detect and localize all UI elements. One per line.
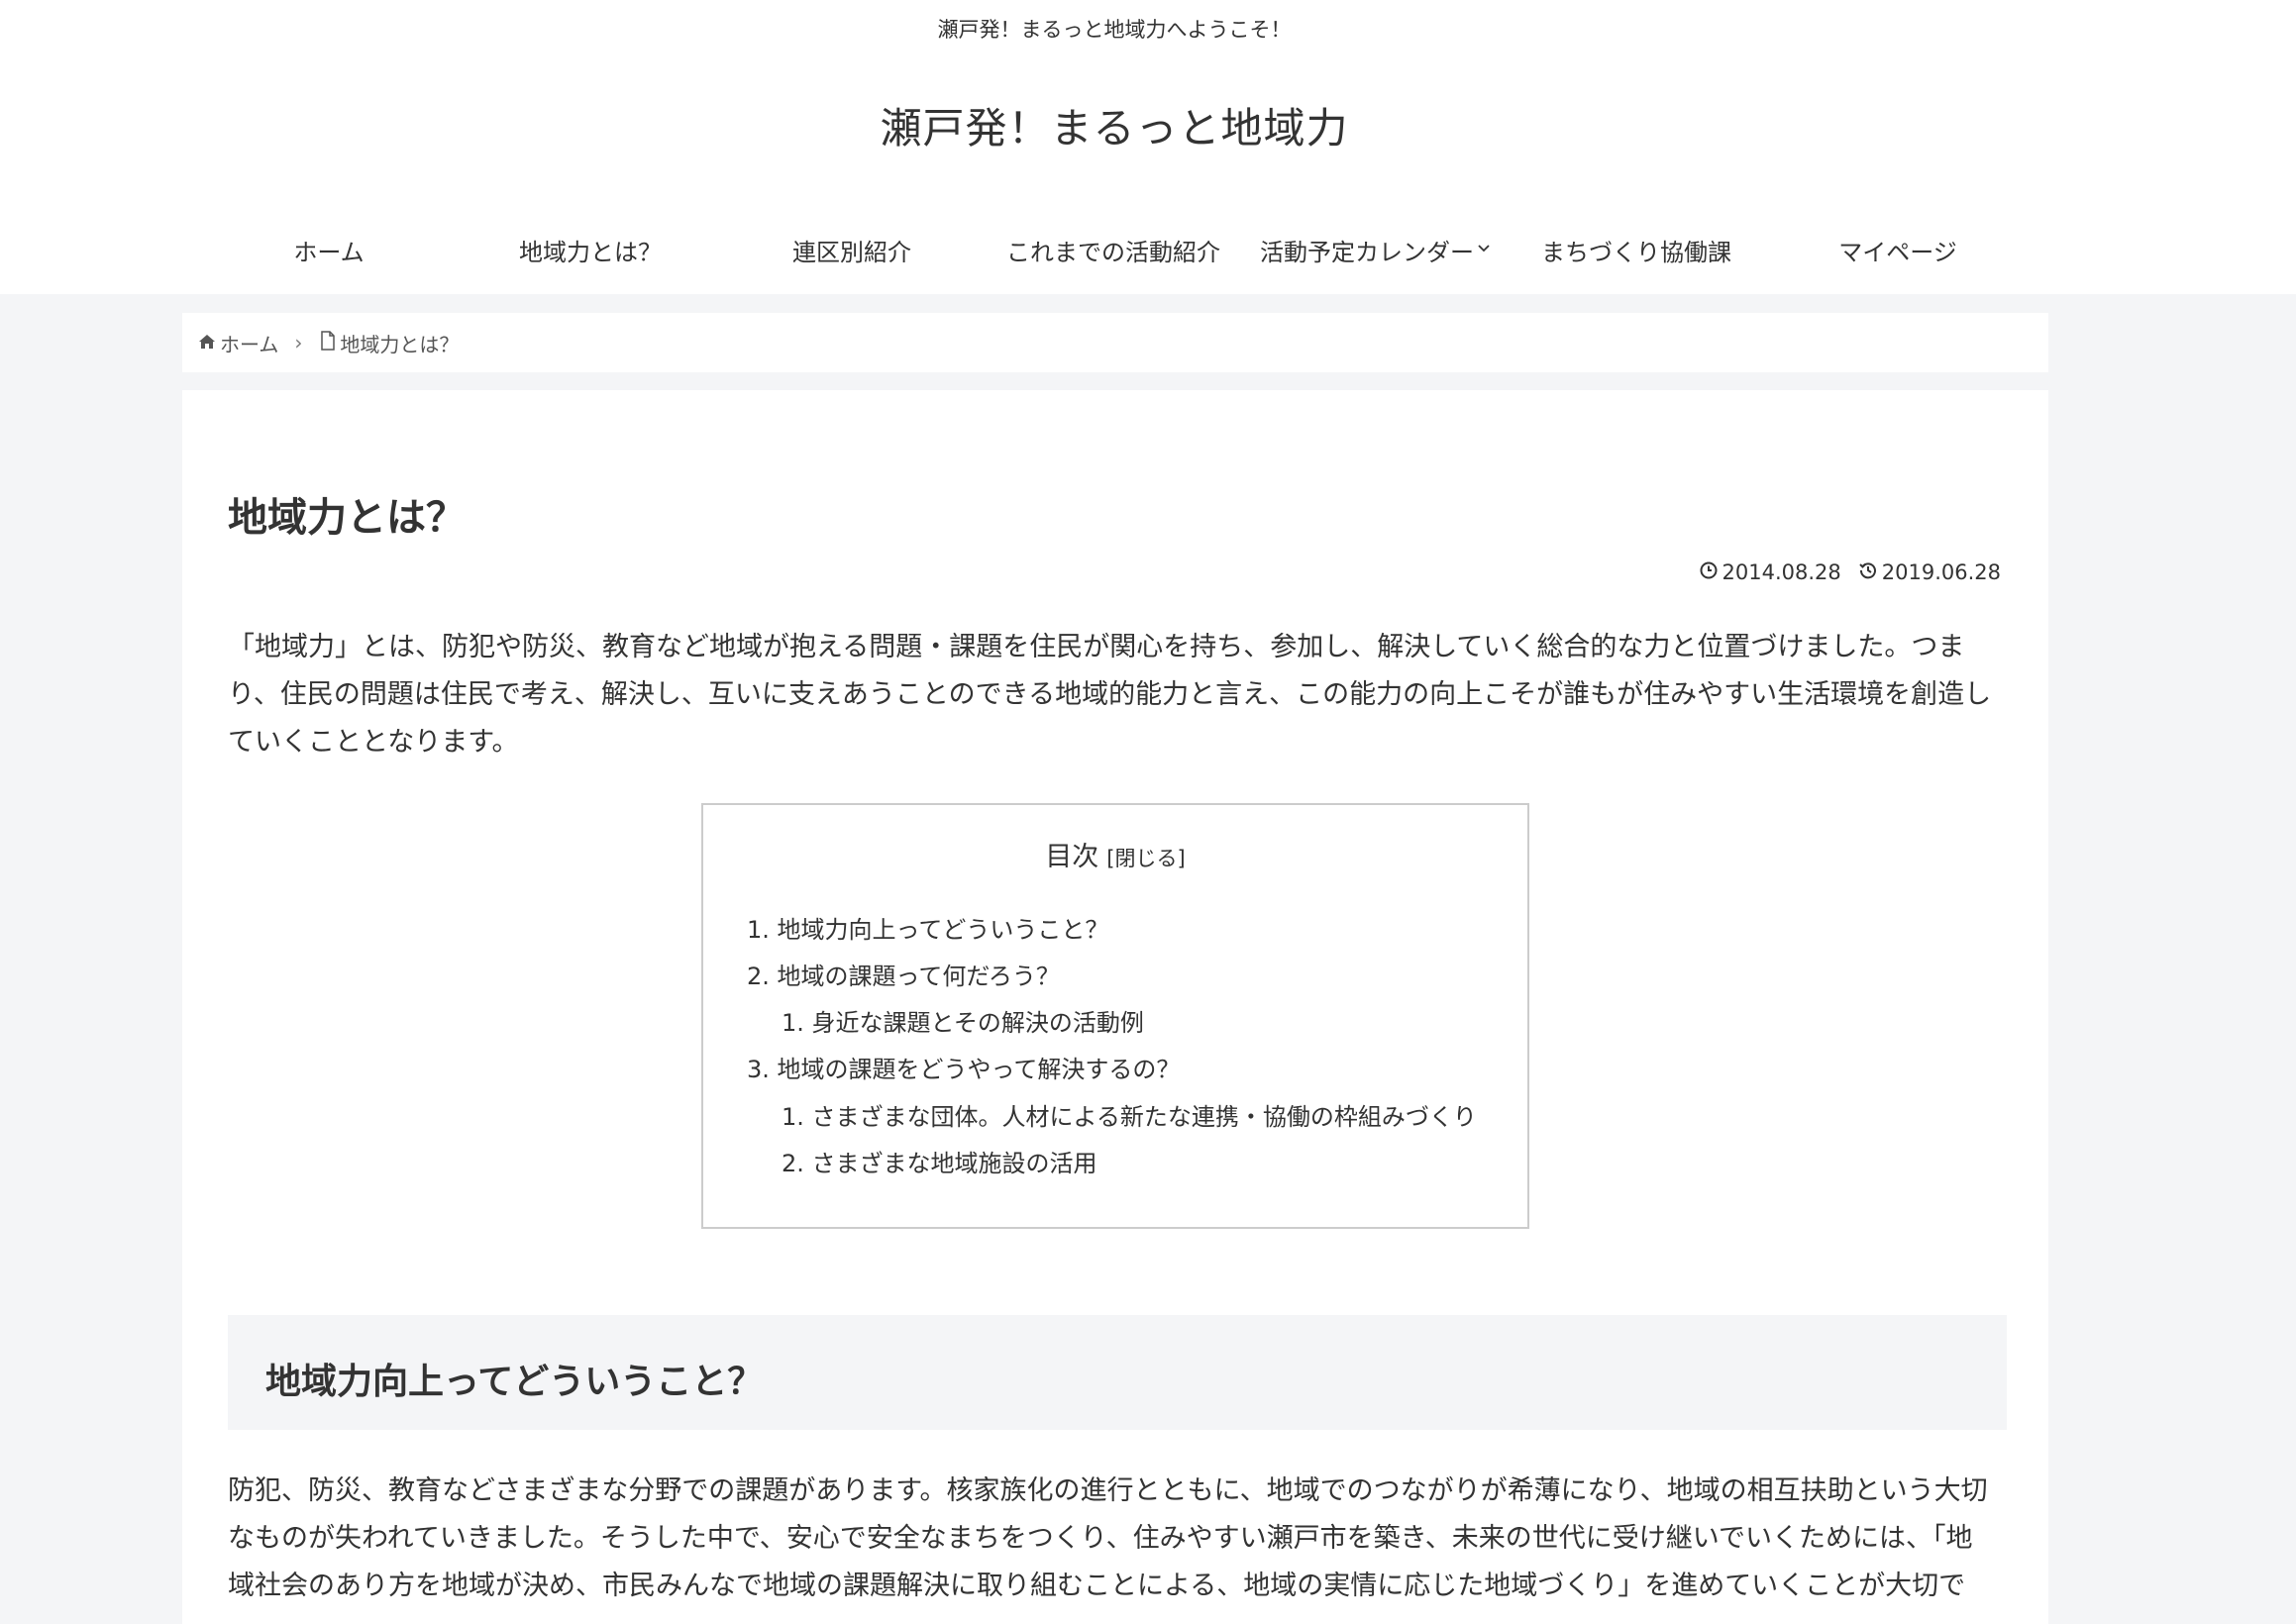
toc-item-text: さまざまな地域施設の活用	[811, 1150, 1097, 1177]
toc-item-number: 1.	[782, 1103, 804, 1131]
toc-item-number: 2.	[747, 963, 770, 990]
breadcrumb-home[interactable]: ホーム	[198, 329, 278, 357]
nav-item-label: ホーム	[293, 238, 365, 266]
breadcrumb: ホーム › 地域力とは？	[182, 313, 2048, 372]
paragraph-line: なものが失われていきました。そうした中で、安心で安全なまちをつくり、住みやすい瀬…	[228, 1523, 1973, 1554]
toc-item-number: 3.	[747, 1056, 770, 1083]
document-icon	[320, 330, 340, 355]
site-tagline: 瀬戸発！まるっと地域力へようこそ！	[937, 18, 1292, 42]
home-icon	[198, 331, 220, 355]
nav-item-label: 地域力とは？	[519, 238, 662, 266]
toc-item-number: 1.	[782, 1009, 804, 1037]
paragraph-line: 防犯、防災、教育などさまざまな分野での課題があります。核家族化の進行とともに、地…	[228, 1475, 1988, 1506]
posted-date: 2014.08.28	[1700, 560, 1841, 584]
toc-item-text: さまざまな団体。人材による新たな連携・協働の枠組みづくり	[811, 1103, 1477, 1131]
breadcrumb-current-label: 地域力とは？	[340, 332, 460, 356]
breadcrumb-current: 地域力とは？	[320, 329, 459, 357]
section-paragraph: 防犯、防災、教育などさまざまな分野での課題があります。核家族化の進行とともに、地…	[228, 1468, 2001, 1610]
toc-item[interactable]: 1. さまざまな団体。人材による新たな連携・協働の枠組みづくり	[782, 1097, 1477, 1132]
toc-item-text: 身近な課題とその解決の活動例	[811, 1009, 1144, 1037]
post-dates: 2014.08.28 2019.06.28	[1682, 560, 2001, 584]
nav-item-about-chiikiryoku[interactable]: 地域力とは？	[460, 218, 721, 281]
nav-item-mypage[interactable]: マイページ	[1767, 218, 2029, 281]
section-heading-box: 地域力向上ってどういうこと？	[228, 1315, 2007, 1430]
toc-item-text: 地域の課題って何だろう？	[777, 963, 1060, 990]
nav-item-district-intro[interactable]: 連区別紹介	[721, 218, 983, 281]
breadcrumb-separator-icon: ›	[294, 331, 303, 355]
global-navigation: ホーム 地域力とは？ 連区別紹介 これまでの活動紹介 活動予定カレンダー まちづ…	[198, 218, 2031, 281]
site-header: 瀬戸発！まるっと地域力へようこそ！ 瀬戸発！まるっと地域力 ホーム 地域力とは？…	[0, 0, 2296, 294]
toc-title-label: 目次	[1045, 842, 1099, 872]
page-title: 地域力とは？	[228, 495, 466, 541]
nav-item-label: 活動予定カレンダー	[1260, 238, 1474, 266]
main-content: 地域力とは？ 2014.08.28 2019.06.28 「地域力」とは、防犯や…	[182, 390, 2048, 1624]
toc-item[interactable]: 1. 地域力向上ってどういうこと？	[747, 910, 1108, 945]
toc-item[interactable]: 1. 身近な課題とその解決の活動例	[782, 1003, 1144, 1038]
chevron-down-icon	[1478, 242, 1490, 257]
toc-item-text: 地域の課題をどうやって解決するの？	[777, 1056, 1181, 1083]
nav-item-activity-calendar[interactable]: 活動予定カレンダー	[1244, 218, 1506, 281]
nav-item-past-activities[interactable]: これまでの活動紹介	[983, 218, 1244, 281]
updated-date: 2019.06.28	[1859, 560, 2001, 584]
site-title[interactable]: 瀬戸発！まるっと地域力	[0, 95, 2229, 155]
nav-item-label: マイページ	[1838, 238, 1957, 266]
section-heading: 地域力向上ってどういうこと？	[265, 1362, 764, 1402]
updated-date-value: 2019.06.28	[1881, 560, 2001, 584]
paragraph-line: 域社会のあり方を地域が決め、市民みんなで地域の課題解決に取り組むことによる、地域…	[228, 1571, 1966, 1601]
history-icon	[1859, 560, 1882, 584]
toc-toggle-button[interactable]: [閉じる]	[1106, 847, 1185, 870]
toc-title: 目次 [閉じる]	[703, 835, 1527, 873]
nav-item-community-division[interactable]: まちづくり協働課	[1506, 218, 1767, 281]
posted-date-value: 2014.08.28	[1722, 560, 1841, 584]
breadcrumb-home-label: ホーム	[220, 332, 279, 356]
nav-item-label: まちづくり協働課	[1541, 238, 1731, 266]
toc-item[interactable]: 2. 地域の課題って何だろう？	[747, 957, 1060, 991]
toc-item-text: 地域力向上ってどういうこと？	[777, 916, 1109, 944]
paragraph-line: ていくこととなります。	[228, 727, 519, 758]
toc-item-number: 2.	[782, 1150, 804, 1177]
intro-paragraph: 「地域力」とは、防犯や防災、教育など地域が抱える問題・課題を住民が関心を持ち、参…	[228, 624, 2001, 766]
toc-item-number: 1.	[747, 916, 770, 944]
toc-item[interactable]: 3. 地域の課題をどうやって解決するの？	[747, 1050, 1180, 1084]
nav-item-label: 連区別紹介	[792, 238, 911, 266]
paragraph-line: り、住民の問題は住民で考え、解決し、互いに支えあうことのできる地域的能力と言え、…	[228, 679, 1992, 710]
clock-icon	[1700, 560, 1722, 584]
nav-item-home[interactable]: ホーム	[198, 218, 460, 281]
table-of-contents: 目次 [閉じる] 1. 地域力向上ってどういうこと？ 2. 地域の課題って何だろう…	[701, 803, 1529, 1229]
toc-item[interactable]: 2. さまざまな地域施設の活用	[782, 1144, 1097, 1178]
nav-item-label: これまでの活動紹介	[1006, 238, 1220, 266]
paragraph-line: 「地域力」とは、防犯や防災、教育など地域が抱える問題・課題を住民が関心を持ち、参…	[228, 632, 1965, 662]
